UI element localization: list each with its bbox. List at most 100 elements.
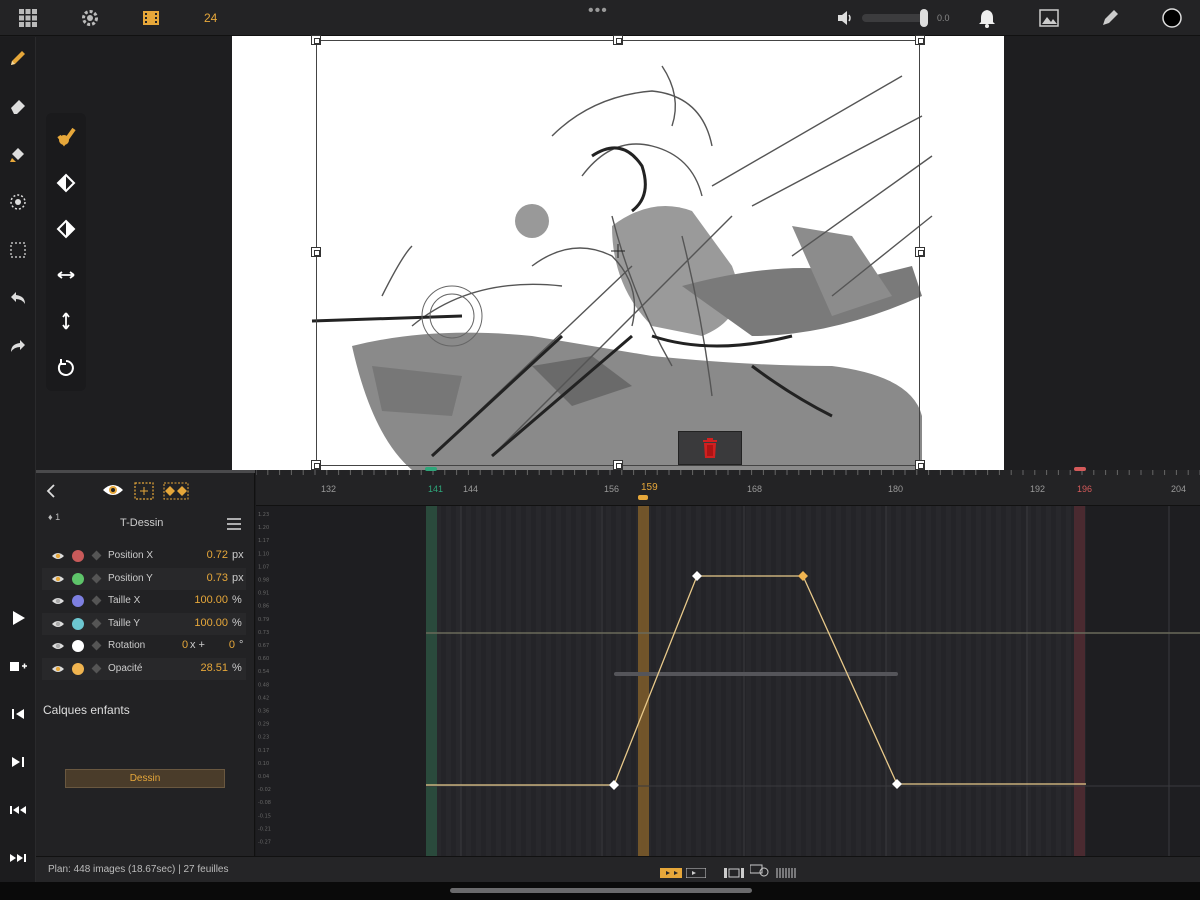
resize-handle-bottom-left[interactable] [311,460,321,470]
resize-handle-top-right[interactable] [915,35,925,45]
rotate-icon[interactable] [54,355,78,379]
back-chevron-icon[interactable] [44,483,58,499]
y-axis-label: 0.98 [258,578,269,584]
keyframes-icon[interactable] [163,482,189,500]
vertical-arrows-icon[interactable] [54,309,78,333]
resize-handle-bottom[interactable] [613,460,623,470]
curve-graph-svg: 1.23 1.20 1.17 1.10 1.07 0.98 0.91 0.86 0.79 0.73… [256,506,1200,856]
keyframe-diamond-icon[interactable] [91,618,102,628]
timeline-ruler[interactable]: 132 141 144 156 159 168 180 192 196 204 [256,467,1200,506]
property-value[interactable]: 100.00 [184,617,228,629]
visibility-eye-icon[interactable] [52,551,64,561]
property-row[interactable]: Opacité 28.51% [42,657,246,680]
property-row[interactable]: Taille X 100.00% [42,590,246,612]
fps-label[interactable]: 24 [204,11,217,25]
gear-icon[interactable] [78,6,102,30]
y-axis-label: -0.15 [258,813,271,819]
play-icon[interactable] [6,606,30,630]
onion-skin-icon[interactable] [749,863,770,877]
keyframe-diamond-icon[interactable] [91,640,102,651]
film-strip-icon[interactable] [139,6,163,30]
visibility-eye-icon[interactable] [52,596,64,606]
property-name: Taille Y [108,617,141,629]
property-row[interactable]: Position Y 0.73 px [42,567,246,590]
property-name: Position Y [108,572,153,584]
home-indicator[interactable] [450,888,752,893]
visibility-eye-icon[interactable] [52,664,64,674]
image-icon[interactable] [1037,6,1061,30]
visibility-eye-icon[interactable] [52,574,64,584]
volume-slider[interactable] [862,14,924,22]
bell-icon[interactable] [975,6,999,30]
add-frame-icon[interactable] [6,654,30,678]
y-axis-label: 0.73 [258,630,269,636]
keyframe-diamond-icon[interactable] [91,663,102,673]
y-axis-label: 0.36 [258,709,269,715]
speaker-icon[interactable] [833,6,857,30]
undo-icon[interactable] [6,286,30,310]
property-row[interactable]: Taille Y 100.00% [42,612,246,635]
property-value[interactable]: 0.73 [184,572,228,584]
resize-handle-right[interactable] [915,247,925,257]
property-color-dot [72,640,84,652]
transform-box-icon[interactable] [134,482,154,500]
playback-mode-icon[interactable] [660,865,682,878]
visibility-eye-icon[interactable] [52,641,64,651]
property-unit: % [232,594,242,606]
delete-button[interactable] [678,431,742,465]
selection-rect-icon[interactable] [6,238,30,262]
tool-sidebar [0,37,36,882]
property-value[interactable]: 0 [222,639,235,651]
property-value[interactable]: 28.51 [184,662,228,674]
ruler-current-frame[interactable]: 159 [641,482,658,493]
first-frame-icon[interactable] [6,798,30,822]
resize-handle-top-left[interactable] [311,35,321,45]
keyframe-count-value: 1 [55,512,61,522]
eraser-tool-icon[interactable] [6,94,30,118]
pen-icon[interactable] [1098,6,1122,30]
resize-handle-left[interactable] [311,247,321,257]
horizontal-arrows-icon[interactable] [54,263,78,287]
waveform-icon[interactable] [776,865,796,878]
property-row[interactable]: Position X 0.72 px [42,545,246,567]
grid-menu-icon[interactable] [16,6,40,30]
color-swatch-icon[interactable] [1160,6,1184,30]
property-value[interactable]: 100.00 [184,594,228,606]
y-axis-label: 0.48 [258,682,269,688]
keyframe-diamond-icon[interactable] [91,573,102,583]
resize-handle-top[interactable] [613,35,623,45]
ruler-label-144: 144 [463,484,479,494]
y-axis-label: 0.23 [258,735,269,741]
lasso-tool-icon[interactable] [6,190,30,214]
keyframe-diamond-icon[interactable] [91,595,102,606]
visibility-eye-icon[interactable] [52,619,64,629]
next-frame-icon[interactable] [6,750,30,774]
frame-view-icon[interactable] [724,865,744,878]
redo-icon[interactable] [6,334,30,358]
keyframe-left-icon[interactable] [54,171,78,195]
keyframe-diamond-icon[interactable] [91,550,102,561]
pencil-tool-icon[interactable] [6,46,30,70]
hamburger-menu-icon[interactable] [226,516,242,532]
property-value[interactable]: 0.72 [184,549,228,561]
rotation-turns-value[interactable]: 0 [182,639,188,651]
eye-icon[interactable] [102,482,124,498]
volume-slider-knob[interactable] [920,9,928,27]
property-unit: px [232,549,244,561]
curve-graph-editor[interactable]: 1.23 1.20 1.17 1.10 1.07 0.98 0.91 0.86 0.79 0.73… [256,506,1200,856]
dessin-child-layer-button[interactable]: Dessin [65,769,225,788]
keyframe-right-icon[interactable] [54,217,78,241]
property-unit: % [232,661,242,674]
y-axis-label: 0.42 [258,695,269,701]
last-frame-icon[interactable] [6,846,30,870]
in-marker[interactable] [425,467,437,471]
property-row[interactable]: Rotation 0 x +0 ° [42,635,246,657]
out-marker[interactable] [1074,467,1086,471]
prev-frame-icon[interactable] [6,702,30,726]
playhead-marker[interactable] [638,495,648,500]
more-options-icon[interactable]: ••• [588,2,608,20]
paint-bucket-icon[interactable] [6,142,30,166]
resize-handle-bottom-right[interactable] [915,460,925,470]
loop-mode-icon[interactable] [685,865,707,879]
brush-check-icon[interactable] [54,125,78,149]
